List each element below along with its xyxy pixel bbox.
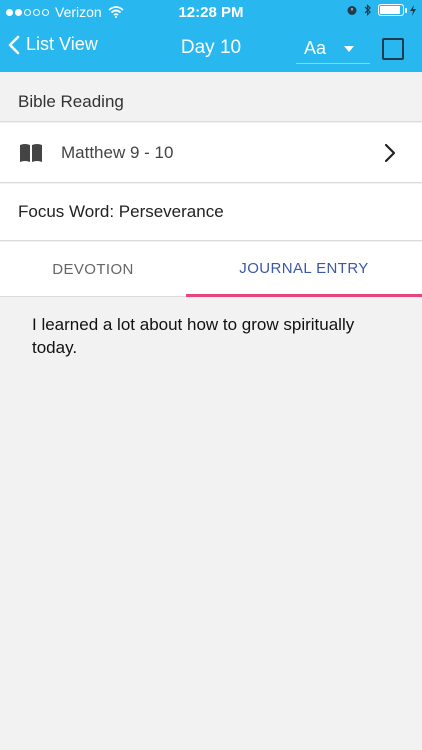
chevron-left-icon xyxy=(8,35,20,54)
chevron-right-icon xyxy=(384,143,396,163)
tab-journal-entry[interactable]: JOURNAL ENTRY xyxy=(186,242,422,297)
app-header: Verizon 12:28 PM List View Day 10 Aa xyxy=(0,0,422,72)
reading-passage: Matthew 9 - 10 xyxy=(61,143,174,162)
caret-down-icon xyxy=(344,45,355,52)
status-bar: Verizon 12:28 PM xyxy=(0,0,422,24)
font-size-label: Aa xyxy=(304,38,327,58)
section-header: Bible Reading xyxy=(0,72,422,122)
bluetooth-icon xyxy=(364,4,371,16)
status-right xyxy=(346,4,416,16)
charging-icon xyxy=(410,4,416,16)
tab-devotion[interactable]: DEVOTION xyxy=(0,242,186,297)
alarm-icon xyxy=(347,6,357,15)
back-button[interactable]: List View xyxy=(8,34,98,55)
battery-icon xyxy=(378,4,407,16)
back-label: List View xyxy=(26,34,98,54)
journal-entry-text[interactable]: I learned a lot about how to grow spirit… xyxy=(32,313,402,359)
journal-content: I learned a lot about how to grow spirit… xyxy=(0,297,422,750)
reading-row[interactable]: Matthew 9 - 10 xyxy=(0,123,422,183)
complete-checkbox[interactable] xyxy=(382,38,404,60)
tab-bar: DEVOTION JOURNAL ENTRY xyxy=(0,242,422,297)
battery-fill xyxy=(380,6,400,14)
navigation-bar: List View Day 10 Aa xyxy=(0,24,422,72)
font-size-dropdown[interactable]: Aa xyxy=(296,34,370,64)
book-icon xyxy=(20,144,42,162)
focus-word: Focus Word: Perseverance xyxy=(0,184,422,241)
